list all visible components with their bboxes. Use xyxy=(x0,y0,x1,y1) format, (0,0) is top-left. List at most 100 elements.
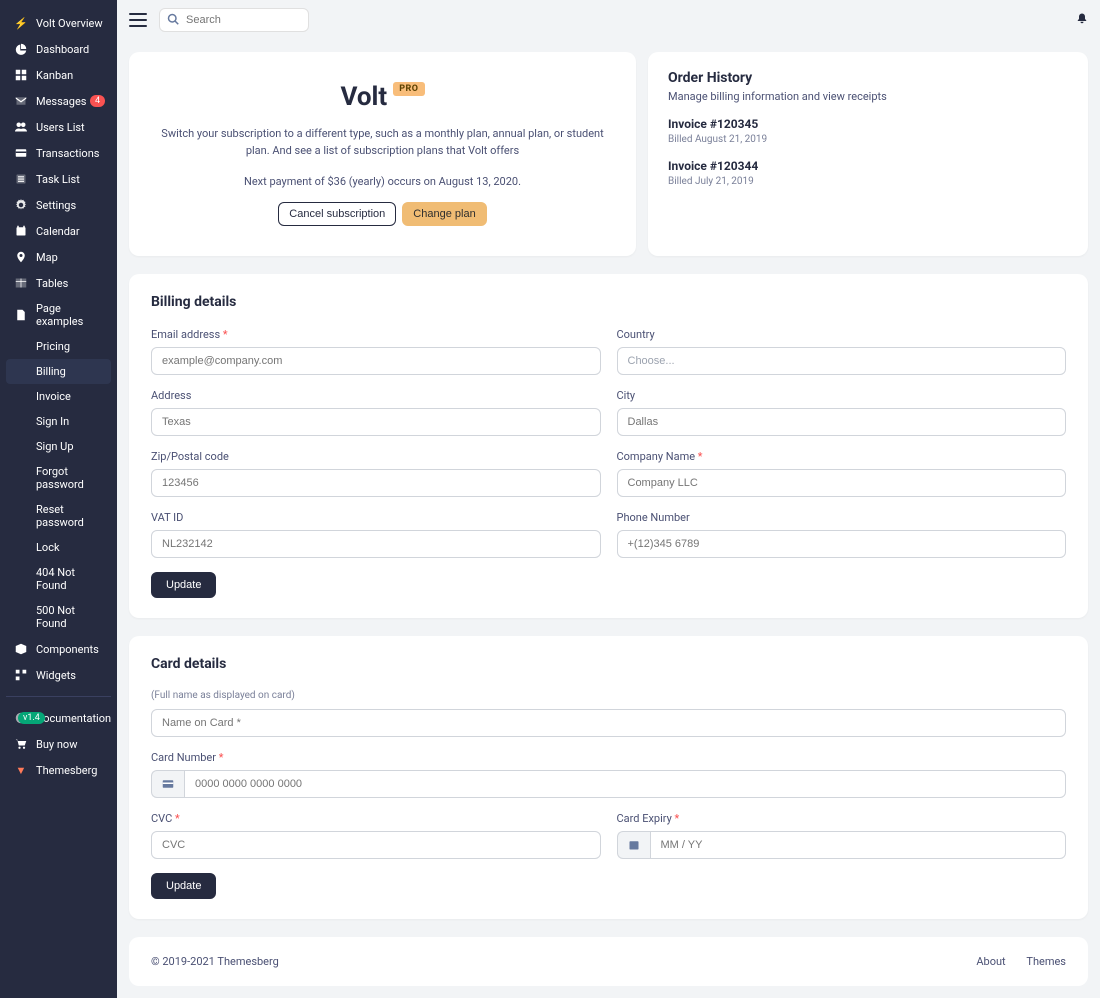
widgets-icon xyxy=(14,668,28,682)
pin-icon xyxy=(14,250,28,264)
plan-card: Volt PRO Switch your subscription to a d… xyxy=(129,52,636,256)
expiry-input[interactable] xyxy=(650,831,1067,859)
users-icon xyxy=(14,120,28,134)
copyright: © 2019-2021 Themesberg xyxy=(151,955,279,968)
card-title: Card details xyxy=(151,656,1066,672)
sidebar-item-kanban[interactable]: Kanban xyxy=(6,62,111,88)
menu-toggle-button[interactable] xyxy=(129,13,147,27)
grid-icon xyxy=(14,68,28,82)
sidebar-sub-billing[interactable]: Billing xyxy=(6,359,111,384)
pro-badge: PRO xyxy=(393,82,424,96)
search-wrap xyxy=(159,8,309,32)
sidebar-item-dashboard[interactable]: Dashboard xyxy=(6,36,111,62)
sidebar-sub-signup[interactable]: Sign Up xyxy=(6,434,111,459)
calendar-small-icon xyxy=(617,831,650,859)
sidebar-sub-signin[interactable]: Sign In xyxy=(6,409,111,434)
cancel-subscription-button[interactable]: Cancel subscription xyxy=(278,202,396,226)
topbar xyxy=(117,0,1100,40)
email-input[interactable] xyxy=(151,347,601,375)
sidebar-item-transactions[interactable]: Transactions xyxy=(6,140,111,166)
plan-next-payment: Next payment of $36 (yearly) occurs on A… xyxy=(153,175,612,188)
billing-update-button[interactable]: Update xyxy=(151,572,216,598)
sidebar-item-map[interactable]: Map xyxy=(6,244,111,270)
sidebar-item-components[interactable]: Components xyxy=(6,636,111,662)
phone-label: Phone Number xyxy=(617,511,1067,524)
sidebar-sub-reset[interactable]: Reset password xyxy=(6,497,111,535)
box-icon xyxy=(14,642,28,656)
file-icon xyxy=(14,308,28,322)
footer: © 2019-2021 Themesberg About Themes xyxy=(129,937,1088,986)
card-name-input[interactable] xyxy=(151,709,1066,737)
sidebar-sub-forgot[interactable]: Forgot password xyxy=(6,459,111,497)
brand-label: Volt Overview xyxy=(36,17,103,30)
order-history-card: Order History Manage billing information… xyxy=(648,52,1088,256)
sidebar-item-users[interactable]: Users List xyxy=(6,114,111,140)
gear-icon xyxy=(14,198,28,212)
cvc-input[interactable] xyxy=(151,831,601,859)
sidebar-sub-500[interactable]: 500 Not Found xyxy=(6,598,111,636)
vat-input[interactable] xyxy=(151,530,601,558)
zip-label: Zip/Postal code xyxy=(151,450,601,463)
company-input[interactable] xyxy=(617,469,1067,497)
chart-pie-icon xyxy=(14,42,28,56)
footer-themes-link[interactable]: Themes xyxy=(1026,955,1066,968)
city-input[interactable] xyxy=(617,408,1067,436)
sidebar-sub-lock[interactable]: Lock xyxy=(6,535,111,560)
flame-icon: ▼ xyxy=(14,763,28,777)
country-label: Country xyxy=(617,328,1067,341)
notifications-button[interactable] xyxy=(1076,12,1088,28)
expiry-label: Card Expiry * xyxy=(617,812,1067,825)
vat-label: VAT ID xyxy=(151,511,601,524)
city-label: City xyxy=(617,389,1067,402)
footer-about-link[interactable]: About xyxy=(976,955,1005,968)
billing-title: Billing details xyxy=(151,294,1066,310)
list-icon xyxy=(14,172,28,186)
card-icon xyxy=(14,146,28,160)
sidebar-sub-invoice[interactable]: Invoice xyxy=(6,384,111,409)
sidebar-item-buy[interactable]: Buy now xyxy=(6,731,111,757)
sidebar-item-themesberg[interactable]: ▼Themesberg xyxy=(6,757,111,783)
messages-badge: 4 xyxy=(90,95,105,107)
sidebar-item-tasklist[interactable]: Task List xyxy=(6,166,111,192)
invoice-row[interactable]: Invoice #120345 Billed August 21, 2019 xyxy=(668,117,1068,145)
card-number-input[interactable] xyxy=(184,770,1066,798)
invoice-row[interactable]: Invoice #120344 Billed July 21, 2019 xyxy=(668,159,1068,187)
sidebar-item-messages[interactable]: Messages4 xyxy=(6,88,111,114)
search-icon xyxy=(167,13,179,29)
sidebar-item-calendar[interactable]: Calendar xyxy=(6,218,111,244)
cart-icon xyxy=(14,737,28,751)
sidebar-sub-404[interactable]: 404 Not Found xyxy=(6,560,111,598)
sidebar-sub-pricing[interactable]: Pricing xyxy=(6,334,111,359)
sidebar-item-widgets[interactable]: Widgets xyxy=(6,662,111,688)
card-number-label: Card Number * xyxy=(151,751,1066,764)
docs-version-badge: v1.4 xyxy=(18,712,45,724)
credit-card-icon xyxy=(151,770,184,798)
change-plan-button[interactable]: Change plan xyxy=(402,202,486,226)
billing-details-card: Billing details Email address * Country … xyxy=(129,274,1088,618)
country-select[interactable]: Choose... xyxy=(617,347,1067,375)
address-input[interactable] xyxy=(151,408,601,436)
search-input[interactable] xyxy=(159,8,309,32)
cvc-label: CVC * xyxy=(151,812,601,825)
sidebar-item-tables[interactable]: Tables xyxy=(6,270,111,296)
sidebar-item-page-examples[interactable]: Page examples xyxy=(6,296,111,334)
order-history-subtitle: Manage billing information and view rece… xyxy=(668,90,1068,103)
inbox-icon xyxy=(14,94,28,108)
sidebar-item-settings[interactable]: Settings xyxy=(6,192,111,218)
company-label: Company Name * xyxy=(617,450,1067,463)
phone-input[interactable] xyxy=(617,530,1067,558)
brand[interactable]: ⚡ Volt Overview xyxy=(6,10,111,36)
card-update-button[interactable]: Update xyxy=(151,873,216,899)
sidebar-separator xyxy=(6,696,111,697)
zip-input[interactable] xyxy=(151,469,601,497)
address-label: Address xyxy=(151,389,601,402)
sidebar: ⚡ Volt Overview Dashboard Kanban Message… xyxy=(0,0,117,998)
email-label: Email address * xyxy=(151,328,601,341)
bolt-icon: ⚡ xyxy=(14,16,28,30)
plan-description: Switch your subscription to a different … xyxy=(153,126,612,159)
card-hint: (Full name as displayed on card) xyxy=(151,690,1066,701)
sidebar-item-docs[interactable]: Documentationv1.4 xyxy=(6,705,111,731)
plan-title: Volt PRO xyxy=(340,82,424,112)
card-details-card: Card details (Full name as displayed on … xyxy=(129,636,1088,919)
order-history-title: Order History xyxy=(668,70,1068,86)
